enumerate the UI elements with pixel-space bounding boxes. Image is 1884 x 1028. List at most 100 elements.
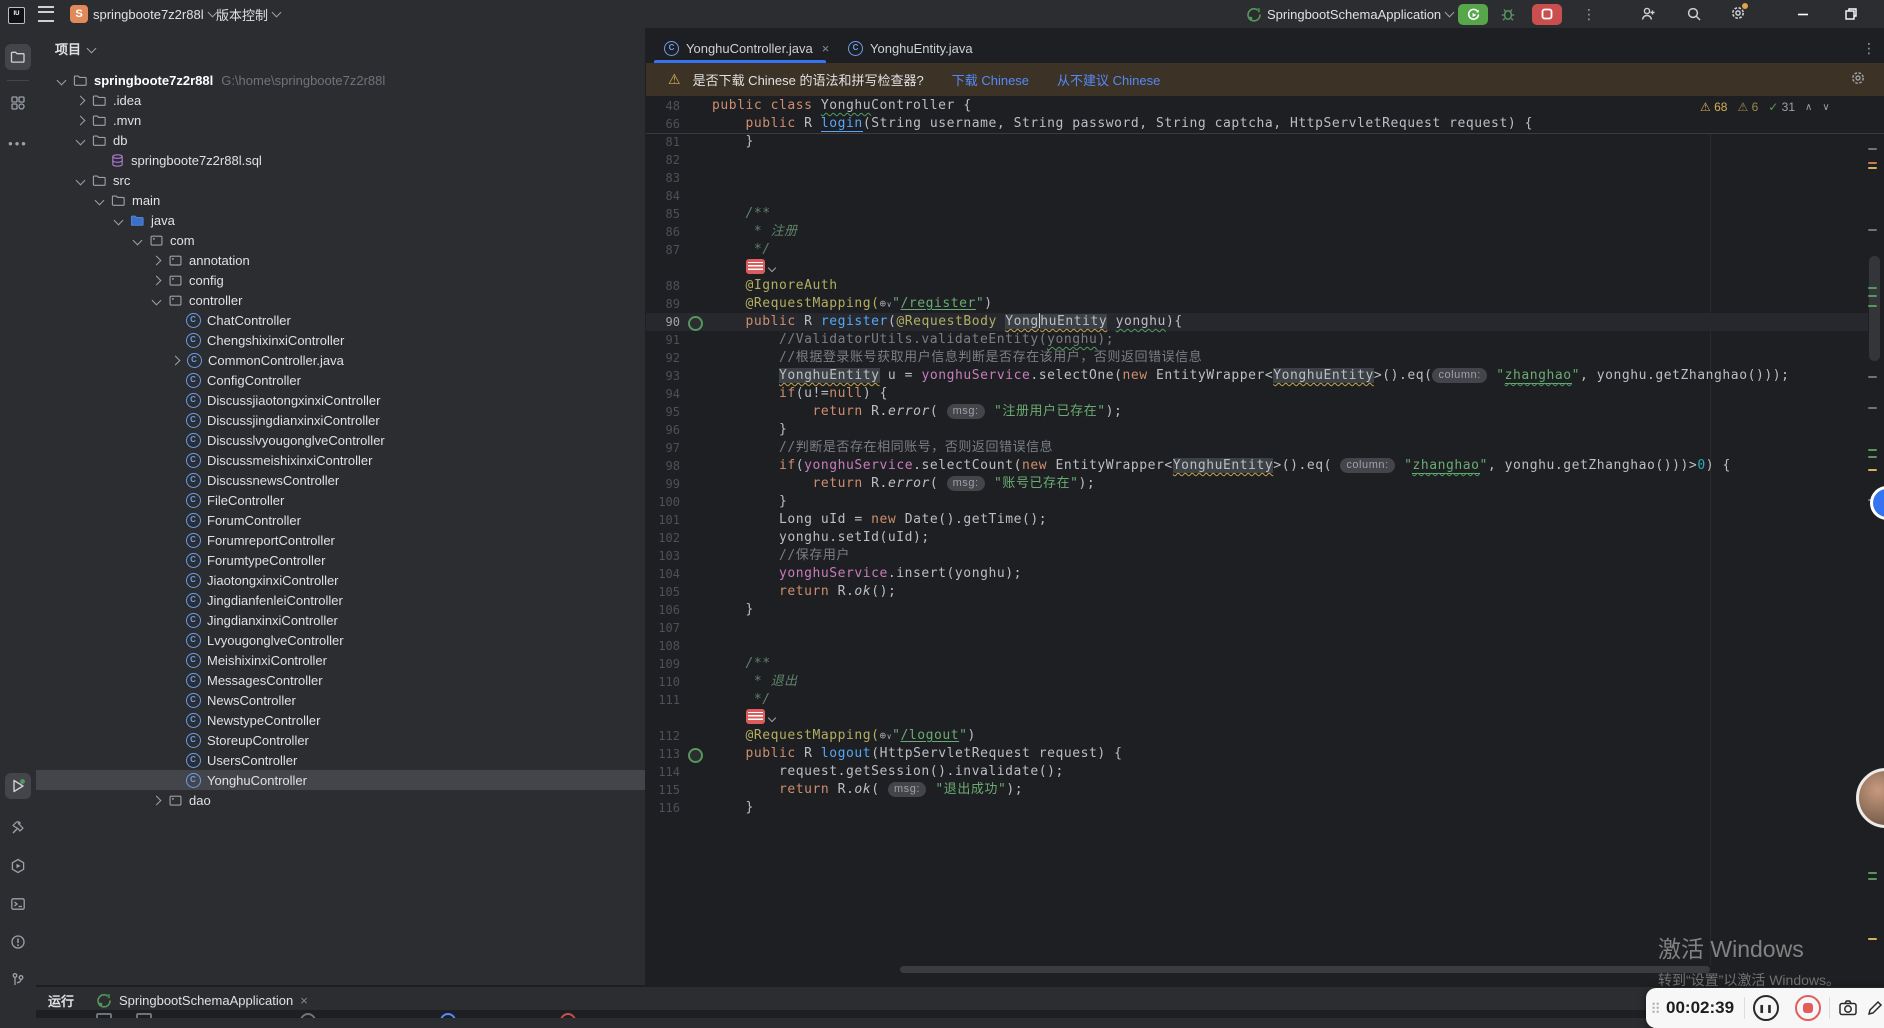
- tree-item-storeupcontroller[interactable]: CStoreupController: [36, 730, 645, 750]
- code-line-66[interactable]: 66 public R login(String username, Strin…: [646, 115, 1884, 133]
- tree-item-src[interactable]: src: [36, 170, 645, 190]
- tree-item-chatcontroller[interactable]: CChatController: [36, 310, 645, 330]
- api-annotation-inlay-row[interactable]: [646, 259, 1868, 277]
- code-line-84[interactable]: 84: [646, 187, 1868, 205]
- chevron-down-icon[interactable]: [767, 264, 775, 272]
- chevron-expanded-icon[interactable]: [76, 135, 86, 145]
- code-line-102[interactable]: 102 yonghu.setId(uId);: [646, 529, 1868, 547]
- tab-yonghucontroller[interactable]: C YonghuController.java ×: [654, 33, 839, 63]
- code-line-104[interactable]: 104 yonghuService.insert(yonghu);: [646, 565, 1868, 583]
- settings-button[interactable]: [1730, 0, 1746, 28]
- tree-item-configcontroller[interactable]: CConfigController: [36, 370, 645, 390]
- code-line-90[interactable]: 90 public R register(@RequestBody Yonghu…: [646, 313, 1868, 331]
- code-line-96[interactable]: 96 }: [646, 421, 1868, 439]
- restore-window-button[interactable]: [1844, 0, 1858, 28]
- next-problem-button[interactable]: ∨: [1822, 102, 1829, 113]
- run-tool-button[interactable]: [5, 773, 31, 799]
- chevron-expanded-icon[interactable]: [95, 195, 105, 205]
- main-menu-button[interactable]: [38, 0, 54, 28]
- code-line-93[interactable]: 93 YonghuEntity u = yonghuService.select…: [646, 367, 1868, 385]
- code-line-107[interactable]: 107: [646, 619, 1868, 637]
- code-line-110[interactable]: 110 * 退出: [646, 673, 1868, 691]
- code-line-100[interactable]: 100 }: [646, 493, 1868, 511]
- inspections-widget[interactable]: ⚠ 68 ⚠ 6 ✓ 31 ∧ ∨: [1700, 100, 1830, 114]
- code-with-me-button[interactable]: [1640, 0, 1656, 28]
- tree-item-filecontroller[interactable]: CFileController: [36, 490, 645, 510]
- tree-item-config[interactable]: config: [36, 270, 645, 290]
- tree-item-main[interactable]: main: [36, 190, 645, 210]
- code-line-83[interactable]: 83: [646, 169, 1868, 187]
- code-editor-area[interactable]: 81 }82838485 /**86 * 注册87 */ 88 @IgnoreA…: [646, 133, 1868, 833]
- tree-item-jingdianfenleicontroller[interactable]: CJingdianfenleiController: [36, 590, 645, 610]
- code-line-97[interactable]: 97 //判断是否存在相同账号，否则返回错误信息: [646, 439, 1868, 457]
- tab-yonghuentity[interactable]: C YonghuEntity.java: [838, 33, 983, 63]
- tree-item-annotation[interactable]: annotation: [36, 250, 645, 270]
- vertical-scrollbar[interactable]: [1869, 256, 1880, 361]
- more-actions-button[interactable]: ⋮: [1582, 0, 1596, 28]
- run-tab[interactable]: SpringbootSchemaApplication ×: [96, 992, 308, 1008]
- structure-tool-button[interactable]: [5, 90, 31, 116]
- tree-item-newstypecontroller[interactable]: CNewstypeController: [36, 710, 645, 730]
- drag-handle-icon[interactable]: ••••••: [1652, 1002, 1662, 1014]
- code-line-108[interactable]: 108: [646, 637, 1868, 655]
- code-line-112[interactable]: 112 @RequestMapping(⊕∨"/logout"): [646, 727, 1868, 745]
- screenshot-button[interactable]: [1838, 998, 1858, 1018]
- api-plugin-icon[interactable]: [746, 259, 765, 274]
- chevron-collapsed-icon[interactable]: [76, 95, 86, 105]
- tree-item-controller[interactable]: controller: [36, 290, 645, 310]
- chevron-collapsed-icon[interactable]: [152, 795, 162, 805]
- tree-item-meishixinxicontroller[interactable]: CMeishixinxiController: [36, 650, 645, 670]
- chevron-expanded-icon[interactable]: [114, 215, 124, 225]
- code-line-92[interactable]: 92 //根据登录账号获取用户信息判断是否存在该用户，否则返回错误信息: [646, 349, 1868, 367]
- tree-item-discussjingdianxinxicontroller[interactable]: CDiscussjingdianxinxiController: [36, 410, 645, 430]
- horizontal-scrollbar[interactable]: [900, 966, 1710, 973]
- tree-item-userscontroller[interactable]: CUsersController: [36, 750, 645, 770]
- chevron-collapsed-icon[interactable]: [171, 355, 181, 365]
- project-widget[interactable]: S springboote7z2r88l: [70, 0, 216, 28]
- code-line-111[interactable]: 111 */: [646, 691, 1868, 709]
- chevron-expanded-icon[interactable]: [152, 295, 162, 305]
- project-tool-button[interactable]: [5, 44, 31, 70]
- prev-problem-button[interactable]: ∧: [1805, 102, 1812, 113]
- code-line-103[interactable]: 103 //保存用户: [646, 547, 1868, 565]
- tree-item-newscontroller[interactable]: CNewsController: [36, 690, 645, 710]
- minimize-button[interactable]: [1796, 0, 1810, 28]
- tree-item-jiaotongxinxicontroller[interactable]: CJiaotongxinxiController: [36, 570, 645, 590]
- stop-recording-button[interactable]: [1795, 995, 1821, 1021]
- code-line-106[interactable]: 106 }: [646, 601, 1868, 619]
- endpoint-gutter-icon[interactable]: [688, 316, 703, 331]
- close-icon[interactable]: ×: [300, 993, 308, 1008]
- rerun-button[interactable]: [1458, 0, 1488, 28]
- tree-item-com[interactable]: com: [36, 230, 645, 250]
- build-tool-button[interactable]: [5, 815, 31, 841]
- chevron-expanded-icon[interactable]: [133, 235, 143, 245]
- code-line-89[interactable]: 89 @RequestMapping(⊕∨"/register"): [646, 295, 1868, 313]
- tree-item-discussmeishixinxicontroller[interactable]: CDiscussmeishixinxiController: [36, 450, 645, 470]
- search-everywhere-button[interactable]: [1686, 0, 1702, 28]
- code-line-114[interactable]: 114 request.getSession().invalidate();: [646, 763, 1868, 781]
- run-configuration-widget[interactable]: SpringbootSchemaApplication: [1246, 0, 1453, 28]
- code-line-91[interactable]: 91 //ValidatorUtils.validateEntity(yongh…: [646, 331, 1868, 349]
- tree-item-jingdianxinxicontroller[interactable]: CJingdianxinxiController: [36, 610, 645, 630]
- code-line-109[interactable]: 109 /**: [646, 655, 1868, 673]
- code-line-115[interactable]: 115 return R.ok( msg: "退出成功");: [646, 781, 1868, 799]
- tree-item-springboote7z2r88l[interactable]: springboote7z2r88lG:\home\springboote7z2…: [36, 70, 645, 90]
- tree-item-discussnewscontroller[interactable]: CDiscussnewsController: [36, 470, 645, 490]
- code-line-101[interactable]: 101 Long uId = new Date().getTime();: [646, 511, 1868, 529]
- tree-item-messagescontroller[interactable]: CMessagesController: [36, 670, 645, 690]
- chevron-collapsed-icon[interactable]: [152, 275, 162, 285]
- project-panel-header[interactable]: 项目: [36, 36, 95, 60]
- code-line-98[interactable]: 98 if(yonghuService.selectCount(new Enti…: [646, 457, 1868, 475]
- chevron-collapsed-icon[interactable]: [152, 255, 162, 265]
- tree-item-discussjiaotongxinxicontroller[interactable]: CDiscussjiaotongxinxiController: [36, 390, 645, 410]
- code-line-87[interactable]: 87 */: [646, 241, 1868, 259]
- chevron-expanded-icon[interactable]: [76, 175, 86, 185]
- tab-bar-options-button[interactable]: ⋮: [1852, 33, 1884, 63]
- banner-settings-button[interactable]: [1850, 70, 1866, 89]
- code-line-81[interactable]: 81 }: [646, 133, 1868, 151]
- annotate-button[interactable]: [1866, 999, 1884, 1017]
- tree-item--idea[interactable]: .idea: [36, 90, 645, 110]
- tree-item-springboote7z2r88l-sql[interactable]: springboote7z2r88l.sql: [36, 150, 645, 170]
- code-line-105[interactable]: 105 return R.ok();: [646, 583, 1868, 601]
- code-line-48[interactable]: 48public class YonghuController {: [646, 97, 1884, 115]
